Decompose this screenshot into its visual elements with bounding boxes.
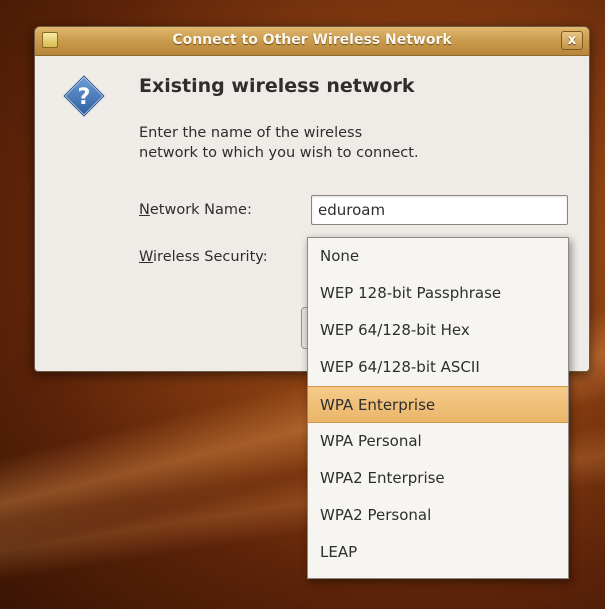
dialog-heading: Existing wireless network	[139, 75, 415, 97]
security-option-wpa2-enterprise[interactable]: WPA2 Enterprise	[308, 460, 568, 497]
network-name-input[interactable]	[311, 195, 568, 225]
security-option-wpa-enterprise[interactable]: WPA Enterprise	[308, 386, 568, 423]
svg-text:?: ?	[78, 85, 91, 110]
question-icon: ?	[63, 75, 105, 117]
network-name-label: Network Name:	[139, 202, 252, 218]
wireless-security-label: Wireless Security:	[139, 249, 268, 265]
close-icon: x	[567, 33, 577, 48]
security-option-leap[interactable]: LEAP	[308, 534, 568, 571]
security-option-wep-hex[interactable]: WEP 64/128-bit Hex	[308, 312, 568, 349]
titlebar[interactable]: Connect to Other Wireless Network x	[35, 27, 589, 56]
description-line: network to which you wish to connect.	[139, 145, 419, 161]
security-option-wep-128-passphrase[interactable]: WEP 128-bit Passphrase	[308, 275, 568, 312]
window-title: Connect to Other Wireless Network	[172, 32, 452, 48]
wireless-security-dropdown[interactable]: None WEP 128-bit Passphrase WEP 64/128-b…	[307, 237, 569, 579]
close-button[interactable]: x	[561, 31, 583, 50]
security-option-wpa-personal[interactable]: WPA Personal	[308, 423, 568, 460]
security-option-wpa2-personal[interactable]: WPA2 Personal	[308, 497, 568, 534]
description-line: Enter the name of the wireless	[139, 125, 363, 141]
security-option-wep-ascii[interactable]: WEP 64/128-bit ASCII	[308, 349, 568, 386]
dialog-description: Enter the name of the wireless network t…	[139, 123, 499, 163]
security-option-none[interactable]: None	[308, 238, 568, 275]
